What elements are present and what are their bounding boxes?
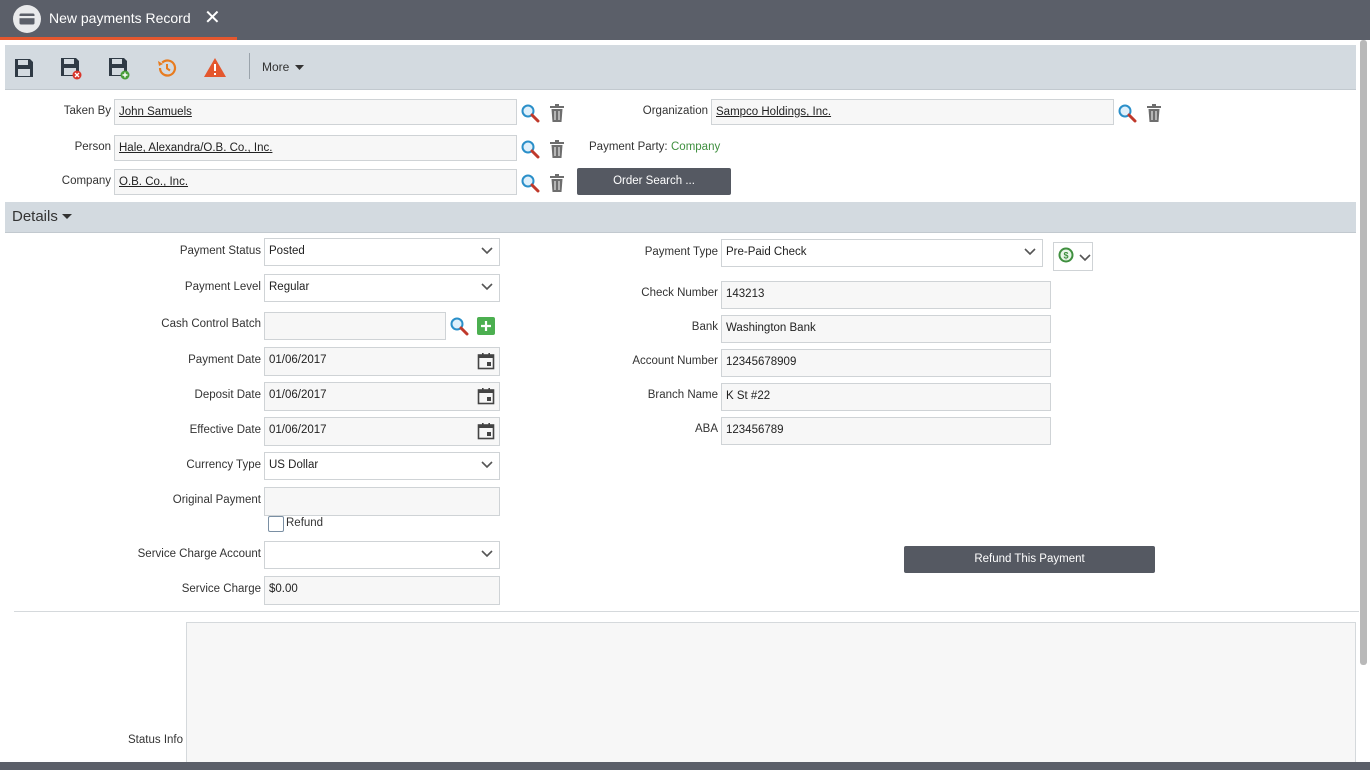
service-charge-field[interactable]: $0.00 xyxy=(264,576,500,605)
person-label: Person xyxy=(75,141,111,153)
chevron-down-icon xyxy=(481,283,493,291)
caret-down-icon xyxy=(62,214,72,220)
currency-type-select[interactable]: US Dollar xyxy=(264,452,500,480)
cash-control-batch-label: Cash Control Batch xyxy=(161,318,261,330)
search-icon[interactable] xyxy=(520,173,540,193)
service-charge-label: Service Charge xyxy=(182,583,261,595)
deposit-date-field[interactable]: 01/06/2017 xyxy=(264,382,500,411)
calendar-icon[interactable] xyxy=(477,387,495,405)
save-icon[interactable] xyxy=(11,55,37,81)
bottom-strip xyxy=(0,762,1370,770)
add-icon[interactable] xyxy=(476,316,496,336)
chevron-down-icon xyxy=(481,461,493,469)
save-and-new-icon[interactable] xyxy=(106,55,132,81)
taken-by-field[interactable]: John Samuels xyxy=(114,99,517,125)
toolbar-divider xyxy=(249,53,250,79)
deposit-date-label: Deposit Date xyxy=(195,389,261,401)
caret-down-icon xyxy=(295,65,304,71)
effective-date-value: 01/06/2017 xyxy=(269,424,327,436)
svg-text:$: $ xyxy=(1063,251,1068,261)
payment-party-value: Company xyxy=(671,141,720,153)
original-payment-label: Original Payment xyxy=(173,494,261,506)
company-field[interactable]: O.B. Co., Inc. xyxy=(114,169,517,195)
chevron-down-icon xyxy=(481,550,493,558)
calendar-icon[interactable] xyxy=(477,352,495,370)
aba-label: ABA xyxy=(695,423,718,435)
payment-level-value: Regular xyxy=(269,281,309,293)
payment-status-select[interactable]: Posted xyxy=(264,238,500,266)
taken-by-label: Taken By xyxy=(64,105,111,117)
close-icon[interactable]: ✕ xyxy=(204,8,221,28)
organization-label: Organization xyxy=(643,105,708,117)
trash-icon[interactable] xyxy=(547,139,567,159)
payment-level-label: Payment Level xyxy=(185,281,261,293)
chevron-down-icon xyxy=(1079,254,1091,262)
branch-name-label: Branch Name xyxy=(648,389,718,401)
search-icon[interactable] xyxy=(449,316,469,336)
deposit-date-value: 01/06/2017 xyxy=(269,389,327,401)
effective-date-label: Effective Date xyxy=(190,424,261,436)
payment-type-label: Payment Type xyxy=(645,246,718,258)
payment-type-value: Pre-Paid Check xyxy=(726,246,807,258)
payment-party-label: Payment Party: xyxy=(589,141,668,153)
history-icon[interactable] xyxy=(154,55,180,81)
payment-date-field[interactable]: 01/06/2017 xyxy=(264,347,500,376)
check-number-field[interactable]: 143213 xyxy=(721,281,1051,309)
active-tab-indicator xyxy=(0,37,237,40)
bank-field[interactable]: Washington Bank xyxy=(721,315,1051,343)
refund-checkbox[interactable] xyxy=(268,516,284,532)
refund-payment-button[interactable]: Refund This Payment xyxy=(904,546,1155,573)
payment-method-menu[interactable]: $ xyxy=(1053,242,1093,271)
aba-field[interactable]: 123456789 xyxy=(721,417,1051,445)
payment-date-label: Payment Date xyxy=(188,354,261,366)
service-charge-account-select[interactable] xyxy=(264,541,500,569)
effective-date-field[interactable]: 01/06/2017 xyxy=(264,417,500,446)
service-charge-account-label: Service Charge Account xyxy=(138,548,261,560)
vertical-scrollbar[interactable] xyxy=(1360,40,1367,665)
trash-icon[interactable] xyxy=(1144,103,1164,123)
company-label: Company xyxy=(62,175,111,187)
window-title: New payments Record xyxy=(49,10,191,26)
status-info-label: Status Info xyxy=(128,734,183,746)
payment-level-select[interactable]: Regular xyxy=(264,274,500,302)
search-icon[interactable] xyxy=(520,139,540,159)
warning-icon[interactable] xyxy=(202,55,228,81)
search-icon[interactable] xyxy=(520,103,540,123)
order-search-button[interactable]: Order Search ... xyxy=(577,168,731,195)
details-title: Details xyxy=(12,208,72,225)
money-icon: $ xyxy=(1057,246,1075,264)
cash-control-batch-field[interactable] xyxy=(264,312,446,340)
more-label: More xyxy=(262,60,289,74)
section-divider xyxy=(14,611,1359,612)
original-payment-field[interactable] xyxy=(264,487,500,516)
payment-type-select[interactable]: Pre-Paid Check xyxy=(721,239,1043,267)
organization-field[interactable]: Sampco Holdings, Inc. xyxy=(711,99,1114,125)
save-and-close-icon[interactable] xyxy=(58,55,84,81)
chevron-down-icon xyxy=(1024,248,1036,256)
person-field[interactable]: Hale, Alexandra/O.B. Co., Inc. xyxy=(114,135,517,161)
payment-status-label: Payment Status xyxy=(180,245,261,257)
account-number-field[interactable]: 12345678909 xyxy=(721,349,1051,377)
details-title-text: Details xyxy=(12,208,58,225)
bank-label: Bank xyxy=(692,321,718,333)
payment-date-value: 01/06/2017 xyxy=(269,354,327,366)
calendar-icon[interactable] xyxy=(477,422,495,440)
trash-icon[interactable] xyxy=(547,103,567,123)
refund-label: Refund xyxy=(286,517,323,529)
toolbar: More xyxy=(5,45,1356,90)
search-icon[interactable] xyxy=(1117,103,1137,123)
currency-type-label: Currency Type xyxy=(186,459,261,471)
chevron-down-icon xyxy=(481,247,493,255)
payment-status-value: Posted xyxy=(269,245,305,257)
branch-name-field[interactable]: K St #22 xyxy=(721,383,1051,411)
account-number-label: Account Number xyxy=(632,355,718,367)
status-info-textarea[interactable] xyxy=(186,622,1356,767)
payment-card-icon xyxy=(13,5,41,33)
currency-type-value: US Dollar xyxy=(269,459,318,471)
more-menu-button[interactable]: More xyxy=(262,60,304,74)
check-number-label: Check Number xyxy=(641,287,718,299)
trash-icon[interactable] xyxy=(547,173,567,193)
details-section-header[interactable]: Details xyxy=(5,202,1356,233)
